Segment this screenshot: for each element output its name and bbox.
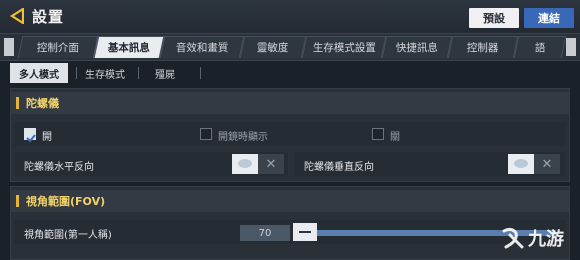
default-button[interactable]: 預設 bbox=[469, 8, 519, 28]
tab-quick-messages[interactable]: 快捷訊息 bbox=[381, 36, 453, 58]
tab-basic-info[interactable]: 基本訊息 bbox=[93, 36, 165, 58]
toggle-on-segment[interactable] bbox=[508, 154, 534, 174]
fov-section-title: 視角範圍(FOV) bbox=[26, 195, 106, 208]
jiuyou-watermark-logo: 九游 bbox=[502, 227, 564, 250]
fov-slider-handle[interactable] bbox=[293, 223, 317, 241]
gyro-horizontal-label: 陀螺儀水平反向 bbox=[24, 162, 94, 173]
gyro-vertical-row: 陀螺儀垂直反向 ✕ bbox=[294, 152, 566, 176]
subtab-divider bbox=[200, 67, 201, 79]
gyro-ads-checkbox[interactable] bbox=[200, 128, 212, 140]
fov-first-person-label: 視角範圍(第一人稱) bbox=[24, 230, 112, 241]
top-bar: 設置 預設 連結 bbox=[0, 0, 580, 33]
tab-controller[interactable]: 控制器 bbox=[447, 36, 519, 58]
toggle-on-segment[interactable] bbox=[232, 154, 258, 174]
tab-scroll-right-indicator[interactable] bbox=[566, 38, 576, 56]
tab-survival-settings[interactable]: 生存模式設置 bbox=[301, 36, 387, 58]
watermark-text: 九游 bbox=[527, 228, 564, 250]
close-icon[interactable]: ✕ bbox=[534, 154, 560, 174]
fov-section-header: 視角範圍(FOV) bbox=[10, 190, 570, 212]
gyro-horizontal-row: 陀螺儀水平反向 ✕ bbox=[14, 152, 288, 176]
gyro-horizontal-toggle[interactable]: ✕ bbox=[232, 154, 284, 174]
gyro-options-row: 開 開鏡時顯示 關 bbox=[14, 122, 566, 146]
gyro-section-title: 陀螺儀 bbox=[26, 97, 59, 110]
settings-tabs: 控制介面 基本訊息 音效和畫質 靈敏度 生存模式設置 快捷訊息 控制器 語 bbox=[0, 33, 580, 61]
close-icon[interactable]: ✕ bbox=[258, 154, 284, 174]
gyro-vertical-toggle[interactable]: ✕ bbox=[508, 154, 560, 174]
section-accent-bar bbox=[16, 97, 19, 109]
connect-button[interactable]: 連結 bbox=[524, 8, 574, 28]
subtab-divider bbox=[76, 67, 77, 79]
tab-language[interactable]: 語 bbox=[513, 36, 567, 58]
subtab-zombies[interactable]: 殭屍 bbox=[142, 63, 188, 83]
page-title: 設置 bbox=[32, 8, 65, 26]
section-accent-bar bbox=[16, 195, 19, 207]
mode-subtabs: 多人模式 生存模式 殭屍 bbox=[10, 62, 570, 84]
gyro-ads-label: 開鏡時顯示 bbox=[218, 132, 268, 143]
gyro-on-checkbox[interactable] bbox=[24, 128, 36, 143]
subtab-multiplayer[interactable]: 多人模式 bbox=[10, 63, 68, 83]
tab-sensitivity[interactable]: 靈敏度 bbox=[239, 36, 307, 58]
gyro-on-label: 開 bbox=[42, 132, 52, 143]
gyro-vertical-label: 陀螺儀垂直反向 bbox=[304, 162, 374, 173]
tab-audio-graphics[interactable]: 音效和畫質 bbox=[159, 36, 245, 58]
back-arrow-icon[interactable] bbox=[10, 8, 24, 24]
fov-value-box[interactable]: 70 bbox=[240, 225, 290, 241]
gyro-off-checkbox[interactable] bbox=[372, 128, 384, 140]
gyro-off-label: 關 bbox=[390, 132, 400, 143]
subtab-divider bbox=[138, 67, 139, 79]
gyro-section-header: 陀螺儀 bbox=[10, 92, 570, 114]
tab-control-interface[interactable]: 控制介面 bbox=[17, 36, 99, 58]
tab-scroll-left-indicator[interactable] bbox=[4, 38, 14, 56]
subtab-survival[interactable]: 生存模式 bbox=[80, 63, 130, 83]
checkmark-icon bbox=[26, 134, 36, 143]
